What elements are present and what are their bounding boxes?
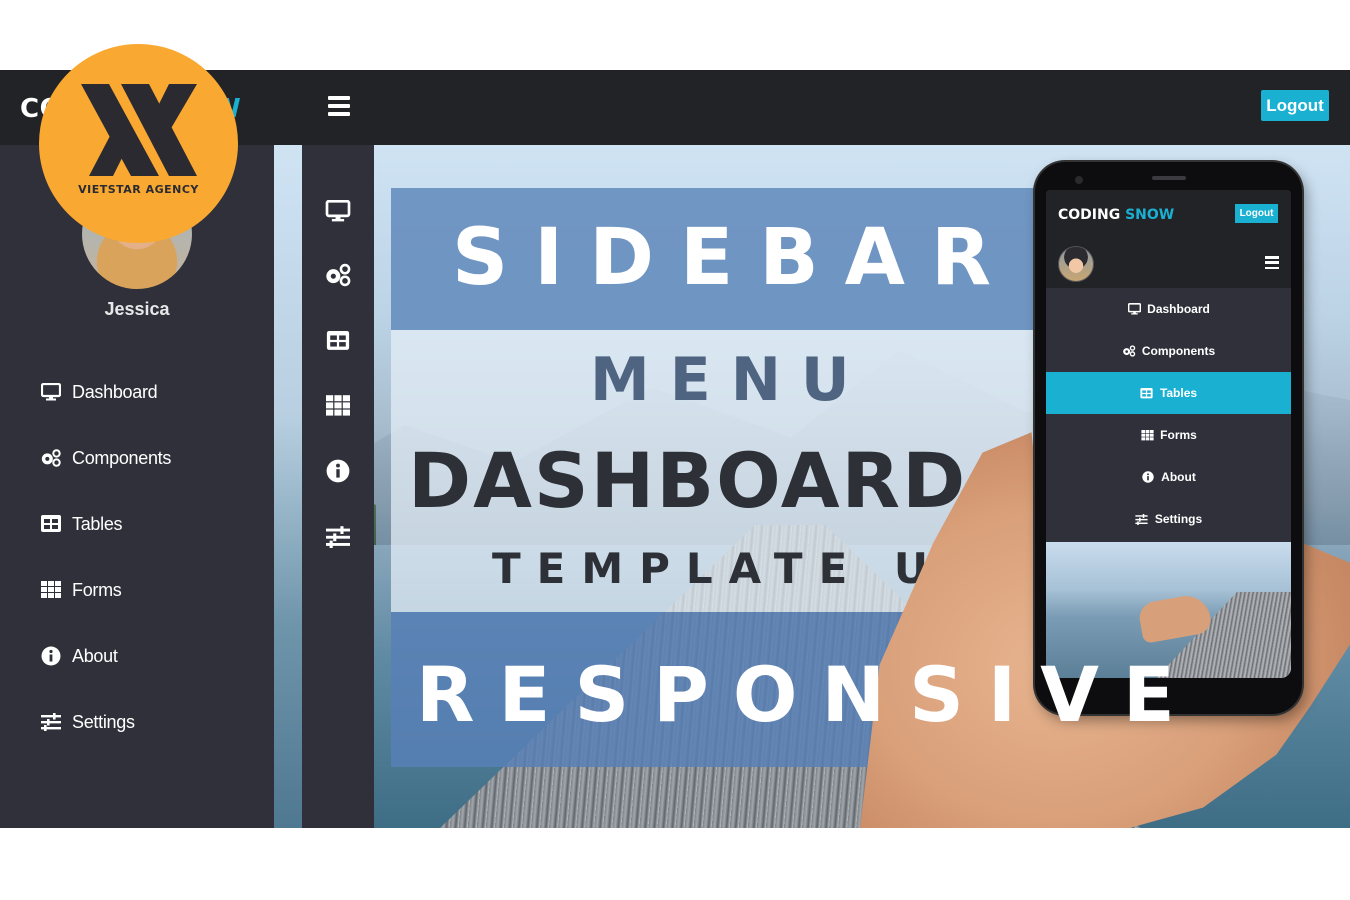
mobile-brand-logo[interactable]: CODING SNOW xyxy=(1058,207,1174,223)
table-icon[interactable] xyxy=(324,327,352,355)
sidebar-item-dashboard[interactable]: Dashboard xyxy=(40,359,171,425)
mobile-item-dashboard[interactable]: Dashboard xyxy=(1046,288,1291,330)
title-menu: MENU xyxy=(590,345,870,415)
hamburger-menu-icon[interactable] xyxy=(328,96,350,116)
info-icon xyxy=(1141,470,1155,484)
bottom-margin xyxy=(0,828,1350,900)
thumbnail-canvas: CODING SNOW Logout Jessica Dashboard Com… xyxy=(0,0,1350,900)
sidebar-nav: Dashboard Components Tables Forms About … xyxy=(40,359,171,755)
mobile-item-forms[interactable]: Forms xyxy=(1046,414,1291,456)
mobile-logout-button[interactable]: Logout xyxy=(1235,204,1278,223)
mobile-hamburger-icon[interactable] xyxy=(1265,256,1279,269)
logout-button[interactable]: Logout xyxy=(1261,90,1329,121)
watermark-text: VIETSTAR AGENCY xyxy=(78,183,199,196)
phone-camera xyxy=(1075,176,1083,184)
info-icon[interactable] xyxy=(324,457,352,485)
mobile-item-tables[interactable]: Tables xyxy=(1046,372,1291,414)
cogs-icon xyxy=(1122,344,1136,358)
sidebar-item-settings[interactable]: Settings xyxy=(40,689,171,755)
mobile-item-settings[interactable]: Settings xyxy=(1046,498,1291,540)
sidebar: Jessica Dashboard Components Tables Form… xyxy=(0,145,274,828)
table-icon xyxy=(40,513,62,535)
sliders-icon[interactable] xyxy=(324,523,352,551)
sidebar-item-components[interactable]: Components xyxy=(40,425,171,491)
collapsed-sidebar xyxy=(302,145,374,828)
title-responsive: RESPONSIVE xyxy=(416,650,1199,739)
agency-logo-icon xyxy=(81,84,197,176)
mobile-avatar[interactable] xyxy=(1058,246,1094,282)
mobile-nav: Dashboard Components Tables Forms About xyxy=(1046,288,1291,540)
mobile-item-about[interactable]: About xyxy=(1046,456,1291,498)
grid-icon xyxy=(1140,428,1154,442)
title-template-ui: TEMPLATE UI xyxy=(492,544,976,593)
grid-icon xyxy=(40,579,62,601)
cogs-icon[interactable] xyxy=(324,261,352,289)
watermark-badge: VIETSTAR AGENCY xyxy=(39,44,238,243)
photo-strip xyxy=(274,145,302,828)
table-icon xyxy=(1140,386,1154,400)
desktop-icon xyxy=(1127,302,1141,316)
title-dashboard: DASHBOARD xyxy=(408,436,968,525)
title-sidebar: SIDEBAR xyxy=(452,213,1018,303)
mobile-user-bar xyxy=(1046,240,1291,288)
mobile-header: CODING SNOW Logout xyxy=(1046,190,1291,240)
sidebar-item-about[interactable]: About xyxy=(40,623,171,689)
phone-speaker xyxy=(1152,176,1186,180)
sliders-icon xyxy=(1135,512,1149,526)
sliders-icon xyxy=(40,711,62,733)
username: Jessica xyxy=(104,299,170,319)
cogs-icon xyxy=(40,447,62,469)
mobile-item-components[interactable]: Components xyxy=(1046,330,1291,372)
desktop-icon[interactable] xyxy=(324,197,352,225)
info-icon xyxy=(40,645,62,667)
sidebar-item-tables[interactable]: Tables xyxy=(40,491,171,557)
grid-icon[interactable] xyxy=(324,392,352,420)
sidebar-item-forms[interactable]: Forms xyxy=(40,557,171,623)
desktop-icon xyxy=(40,381,62,403)
